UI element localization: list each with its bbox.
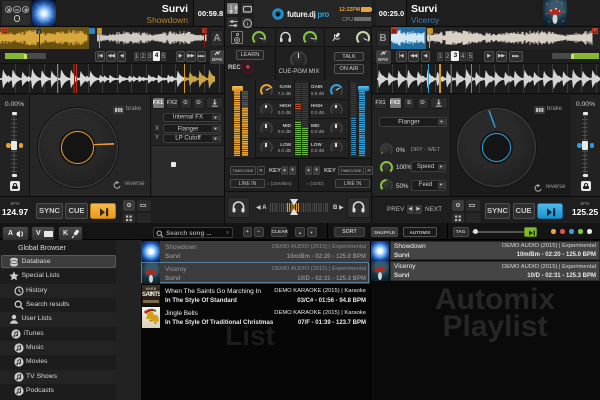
svg-text:i: i [246, 22, 247, 28]
